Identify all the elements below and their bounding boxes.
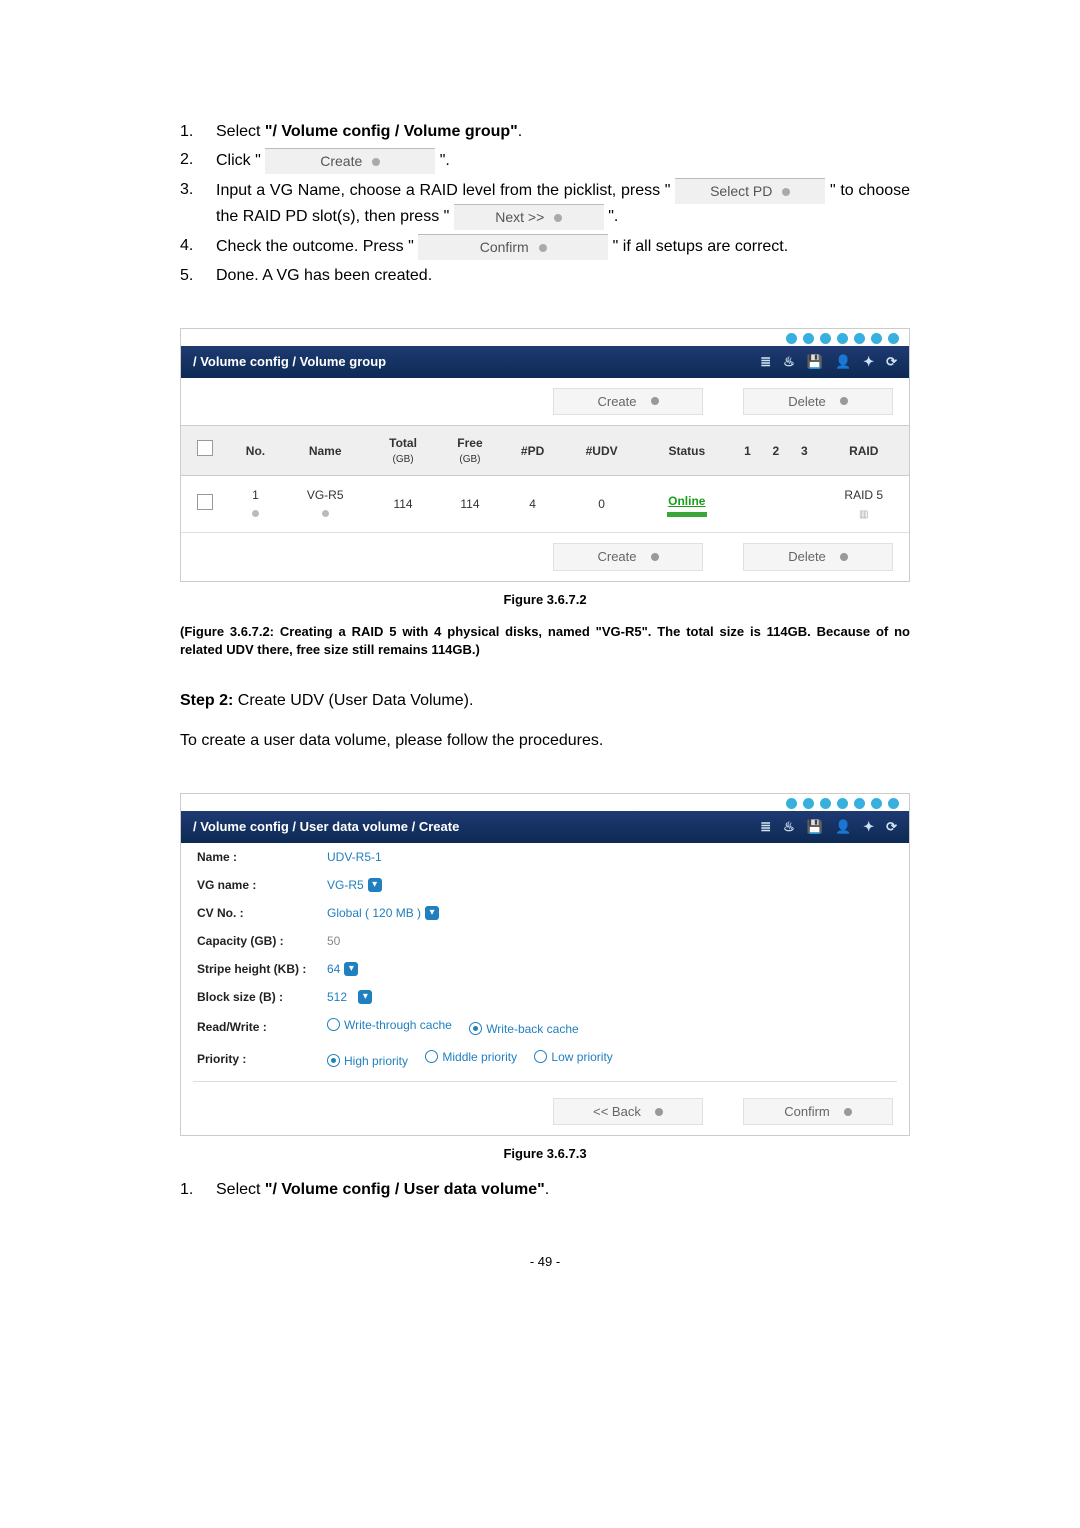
radio-icon (327, 1018, 340, 1031)
cvno-select[interactable]: Global ( 120 MB )▾ (327, 904, 439, 922)
li-text: Select (216, 123, 265, 140)
refresh-icon[interactable]: ⟳ (886, 817, 897, 837)
led-row (181, 794, 909, 811)
col-2: 2 (762, 426, 790, 476)
chevron-down-icon: ▾ (344, 962, 358, 976)
select-pd-button-inline[interactable]: Select PD (675, 178, 825, 204)
li-text: Done. A VG has been created. (216, 267, 432, 284)
back-button[interactable]: << Back (553, 1098, 703, 1126)
next-button-inline[interactable]: Next >> (454, 204, 604, 230)
create-udv-panel: / Volume config / User data volume / Cre… (180, 793, 910, 1136)
li-num: 2. (180, 148, 216, 172)
col-name: Name (282, 426, 369, 476)
stripe-select[interactable]: 64▾ (327, 960, 358, 978)
li-num: 3. (180, 178, 216, 202)
raid-icon[interactable]: ▥ (859, 509, 868, 520)
col-udv: #UDV (563, 426, 640, 476)
rw-writethrough-option[interactable]: Write-through cache (327, 1016, 452, 1034)
led-row (181, 329, 909, 346)
volume-group-table: No. Name Total(GB) Free(GB) #PD #UDV Sta… (181, 425, 909, 532)
cvno-label: CV No. : (197, 904, 327, 922)
row-checkbox[interactable] (197, 494, 213, 510)
list-icon[interactable]: ≣ (760, 817, 771, 837)
delete-button[interactable]: Delete (743, 543, 893, 571)
figure-caption: Figure 3.6.7.3 (180, 1144, 910, 1164)
save-icon[interactable]: 💾 (807, 817, 823, 837)
confirm-button[interactable]: Confirm (743, 1098, 893, 1126)
status-progress (667, 512, 707, 517)
col-1: 1 (733, 426, 761, 476)
figure-description: (Figure 3.6.7.2: Creating a RAID 5 with … (180, 623, 910, 659)
stripe-label: Stripe height (KB) : (197, 960, 327, 978)
chevron-down-icon: ▾ (368, 878, 382, 892)
li-num: 4. (180, 234, 216, 258)
col-pd: #PD (502, 426, 563, 476)
flame-icon[interactable]: ♨ (783, 817, 795, 837)
block-select[interactable]: 512 ▾ (327, 988, 372, 1006)
save-icon[interactable]: 💾 (807, 352, 823, 372)
rw-writeback-option[interactable]: Write-back cache (469, 1020, 578, 1038)
priority-high-option[interactable]: High priority (327, 1052, 408, 1070)
radio-icon (425, 1050, 438, 1063)
instructions-list-1: 1. Select "/ Volume config / Volume grou… (180, 120, 910, 288)
table-row: 1 VG-R5 114 114 4 0 Online RAID 5▥ (181, 476, 909, 533)
radio-icon (534, 1050, 547, 1063)
refresh-icon[interactable]: ⟳ (886, 352, 897, 372)
name-field[interactable]: UDV-R5-1 (327, 848, 382, 866)
rw-label: Read/Write : (197, 1018, 327, 1036)
create-button[interactable]: Create (553, 543, 703, 571)
col-free: Free(GB) (438, 426, 503, 476)
step-2-heading: Step 2: Create UDV (User Data Volume). (180, 689, 910, 713)
col-raid: RAID (819, 426, 909, 476)
step-2-sub: To create a user data volume, please fol… (180, 729, 910, 753)
figure-caption: Figure 3.6.7.2 (180, 590, 910, 610)
priority-middle-option[interactable]: Middle priority (425, 1048, 517, 1066)
confirm-button-inline[interactable]: Confirm (418, 234, 608, 260)
capacity-label: Capacity (GB) : (197, 932, 327, 950)
tools-icon[interactable]: ✦ (863, 817, 874, 837)
chevron-down-icon: ▾ (425, 906, 439, 920)
col-3: 3 (790, 426, 818, 476)
vgname-label: VG name : (197, 876, 327, 894)
radio-checked-icon (469, 1022, 482, 1035)
col-status: Status (640, 426, 733, 476)
select-all-checkbox[interactable] (197, 440, 213, 456)
person-icon[interactable]: 👤 (835, 817, 851, 837)
header-icons: ≣ ♨ 💾 👤 ✦ ⟳ (760, 817, 897, 837)
capacity-field[interactable]: 50 (327, 932, 340, 950)
instructions-list-2: 1. Select "/ Volume config / User data v… (180, 1178, 910, 1202)
li-text-bold: "/ Volume config / Volume group" (265, 123, 518, 140)
person-icon[interactable]: 👤 (835, 352, 851, 372)
li-num: 1. (180, 120, 216, 144)
col-total: Total(GB) (368, 426, 437, 476)
li-num: 1. (180, 1178, 216, 1202)
list-icon[interactable]: ≣ (760, 352, 771, 372)
tools-icon[interactable]: ✦ (863, 352, 874, 372)
li-num: 5. (180, 264, 216, 288)
priority-label: Priority : (197, 1050, 327, 1068)
flame-icon[interactable]: ♨ (783, 352, 795, 372)
create-button-inline[interactable]: Create (265, 148, 435, 174)
vgname-select[interactable]: VG-R5▾ (327, 876, 382, 894)
chevron-down-icon: ▾ (358, 990, 372, 1004)
radio-checked-icon (327, 1054, 340, 1067)
block-label: Block size (B) : (197, 988, 327, 1006)
col-no: No. (229, 426, 282, 476)
breadcrumb: / Volume config / Volume group (193, 352, 386, 372)
breadcrumb: / Volume config / User data volume / Cre… (193, 817, 459, 837)
volume-group-panel: / Volume config / Volume group ≣ ♨ 💾 👤 ✦… (180, 328, 910, 582)
priority-low-option[interactable]: Low priority (534, 1048, 612, 1066)
page-number: - 49 - (180, 1252, 910, 1272)
status-badge: Online (668, 494, 705, 508)
header-icons: ≣ ♨ 💾 👤 ✦ ⟳ (760, 352, 897, 372)
delete-button[interactable]: Delete (743, 388, 893, 416)
name-label: Name : (197, 848, 327, 866)
create-button[interactable]: Create (553, 388, 703, 416)
